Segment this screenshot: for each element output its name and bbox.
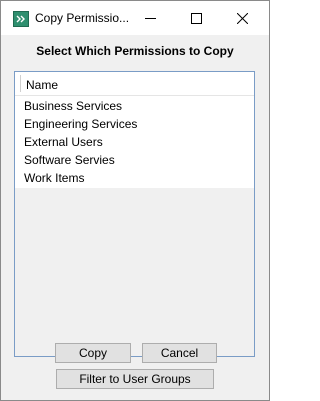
dialog-heading: Select Which Permissions to Copy — [36, 44, 234, 58]
list-item[interactable]: Engineering Services — [15, 115, 254, 133]
maximize-button[interactable] — [173, 1, 219, 35]
title-bar[interactable]: Copy Permissio... — [1, 1, 269, 35]
cancel-button[interactable]: Cancel — [142, 343, 217, 363]
list-rows: Business Services Engineering Services E… — [15, 96, 254, 188]
list-item[interactable]: External Users — [15, 133, 254, 151]
list-item[interactable]: Work Items — [15, 169, 254, 187]
copy-button[interactable]: Copy — [55, 343, 131, 363]
list-item[interactable]: Software Servies — [15, 151, 254, 169]
column-header-name[interactable]: Name — [26, 78, 58, 92]
copy-permissions-dialog: Copy Permissio... Select Which Permissio… — [0, 0, 270, 401]
list-item[interactable]: Business Services — [15, 97, 254, 115]
minimize-button[interactable] — [127, 1, 173, 35]
filter-to-user-groups-button[interactable]: Filter to User Groups — [56, 369, 214, 389]
minimize-icon — [145, 18, 156, 19]
close-icon — [237, 13, 248, 24]
column-separator[interactable] — [20, 75, 21, 92]
maximize-icon — [191, 13, 202, 24]
app-icon — [13, 11, 29, 27]
close-button[interactable] — [219, 1, 265, 35]
window-title: Copy Permissio... — [35, 11, 130, 25]
list-header: Name — [15, 72, 254, 96]
permissions-list[interactable]: Name Business Services Engineering Servi… — [14, 71, 255, 357]
